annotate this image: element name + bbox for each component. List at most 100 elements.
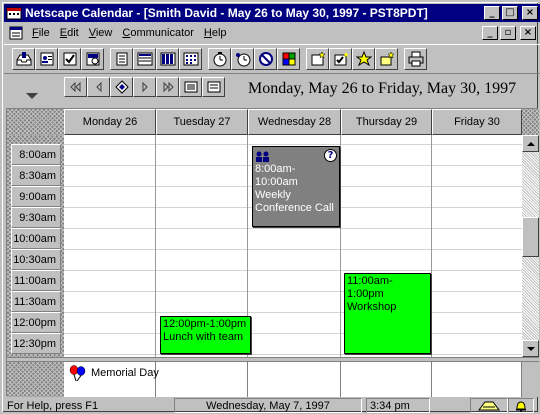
day-header-wednesday[interactable]: Wednesday 28 <box>248 109 341 135</box>
grid-line <box>64 270 522 271</box>
scroll-thumb[interactable] <box>522 217 539 257</box>
new-timer-icon[interactable] <box>208 48 231 70</box>
new-star-icon[interactable] <box>352 48 375 70</box>
menu-edit[interactable]: Edit <box>56 27 85 39</box>
time-label: 8:30am <box>11 165 61 186</box>
appointment-time: 8:00am-10:00am <box>255 163 298 188</box>
status-alarm[interactable] <box>508 398 534 413</box>
address-book-icon[interactable] <box>35 48 58 70</box>
all-day-cell-friday[interactable] <box>432 362 522 397</box>
menu-bar: File Edit View Communicator Help _ ▫ × <box>4 23 540 43</box>
mdi-restore-button[interactable]: ▫ <box>500 26 516 40</box>
mdi-close-button[interactable]: × <box>520 26 536 40</box>
nav-buttons <box>64 77 225 97</box>
navigation-bar: Monday, May 26 to Friday, May 30, 1997 <box>4 75 540 107</box>
previous-icon[interactable] <box>87 77 110 97</box>
help-icon[interactable]: ? <box>324 149 337 162</box>
group-timer-icon[interactable] <box>231 48 254 70</box>
next-icon[interactable] <box>133 77 156 97</box>
toolbar <box>4 44 540 74</box>
color-grid-icon[interactable] <box>277 48 300 70</box>
week-view-icon[interactable] <box>133 48 156 70</box>
month-view-icon[interactable] <box>156 48 179 70</box>
grid-line <box>64 228 522 229</box>
week-calendar: Monday 26 Tuesday 27 Wednesday 28 Thursd… <box>6 108 539 397</box>
up-arrow-icon <box>526 141 535 146</box>
day-header-thursday[interactable]: Thursday 29 <box>341 109 432 135</box>
mdi-minimize-button[interactable]: _ <box>482 26 498 40</box>
collapse-arrow-icon[interactable] <box>26 93 38 99</box>
new-note-icon[interactable] <box>306 48 329 70</box>
all-day-cell-monday[interactable]: Memorial Day <box>64 362 159 397</box>
header-corner <box>7 109 64 135</box>
appointment-title: Weekly Conference Call <box>255 189 334 214</box>
appointment-time: 11:00am-1:00pm <box>347 275 393 300</box>
new-event-icon[interactable] <box>375 48 398 70</box>
appointment-conference-call[interactable]: ? 8:00am-10:00am Weekly Conference Call <box>252 146 340 227</box>
all-day-label-area <box>7 362 64 397</box>
first-icon[interactable] <box>64 77 87 97</box>
time-label: 10:00am <box>11 228 61 249</box>
time-label: 9:30am <box>11 207 61 228</box>
time-column: 8:00am 8:30am 9:00am 9:30am 10:00am 10:3… <box>7 135 64 357</box>
appointment-lunch[interactable]: 12:00pm-1:00pm Lunch with team <box>160 316 251 354</box>
document-icon[interactable] <box>8 25 24 41</box>
time-label: 9:00am <box>11 186 61 207</box>
all-day-row: Memorial Day <box>64 362 522 397</box>
appointment-time: 12:00pm-1:00pm <box>163 318 247 330</box>
vertical-scrollbar[interactable] <box>522 135 539 357</box>
day-header-friday[interactable]: Friday 30 <box>432 109 522 135</box>
details-view-icon[interactable] <box>202 77 225 97</box>
status-connection[interactable] <box>470 398 508 413</box>
scroll-up-button[interactable] <box>522 135 539 152</box>
holiday-memorial-day[interactable]: Memorial Day <box>68 365 159 381</box>
date-range-heading: Monday, May 26 to Friday, May 30, 1997 <box>248 80 517 97</box>
status-time: 3:34 pm <box>366 398 430 413</box>
time-label: 11:00am <box>11 270 61 291</box>
today-icon[interactable] <box>110 77 133 97</box>
day-view-icon[interactable] <box>110 48 133 70</box>
all-day-scroll-corner <box>522 362 539 397</box>
list-view-icon[interactable] <box>179 77 202 97</box>
new-task-icon[interactable] <box>329 48 352 70</box>
window-title: Netscape Calendar - [Smith David - May 2… <box>25 6 428 20</box>
time-label: 11:30am <box>11 291 61 312</box>
all-day-cell-thursday[interactable] <box>341 362 432 397</box>
minimize-button[interactable]: _ <box>484 6 500 20</box>
inbox-icon[interactable] <box>12 48 35 70</box>
menu-file[interactable]: File <box>28 27 56 39</box>
grid-line <box>64 144 522 145</box>
grid-line <box>64 291 522 292</box>
time-label: 12:00pm <box>11 312 61 333</box>
title-bar[interactable]: Netscape Calendar - [Smith David - May 2… <box>4 4 540 22</box>
close-button[interactable]: × <box>522 6 538 20</box>
year-view-icon[interactable] <box>179 48 202 70</box>
last-icon[interactable] <box>156 77 179 97</box>
time-label: 8:00am <box>11 144 61 165</box>
agenda-icon[interactable] <box>81 48 104 70</box>
day-divider <box>340 135 341 357</box>
calendar-app-icon[interactable] <box>6 6 22 20</box>
scroll-down-button[interactable] <box>522 340 539 357</box>
all-day-cell-wednesday[interactable] <box>248 362 341 397</box>
status-date: Wednesday, May 7, 1997 <box>174 398 362 413</box>
maximize-button[interactable]: □ <box>502 6 518 20</box>
menu-communicator[interactable]: Communicator <box>118 27 200 39</box>
day-header-monday[interactable]: Monday 26 <box>64 109 156 135</box>
schedule-grid[interactable]: ? 8:00am-10:00am Weekly Conference Call … <box>64 135 522 357</box>
cancel-icon[interactable] <box>254 48 277 70</box>
time-label: 12:30pm <box>11 333 61 354</box>
header-scroll-corner <box>522 109 539 135</box>
grid-line <box>64 333 522 334</box>
status-help-text: For Help, press F1 <box>7 399 99 412</box>
menu-help[interactable]: Help <box>200 27 233 39</box>
todo-check-icon[interactable] <box>58 48 81 70</box>
group-meeting-icon <box>256 151 269 162</box>
day-header-tuesday[interactable]: Tuesday 27 <box>156 109 248 135</box>
all-day-cell-tuesday[interactable] <box>156 362 248 397</box>
menu-view[interactable]: View <box>85 27 119 39</box>
holiday-label: Memorial Day <box>91 367 159 379</box>
grid-line <box>64 249 522 250</box>
appointment-workshop[interactable]: 11:00am-1:00pm Workshop <box>344 273 431 354</box>
print-icon[interactable] <box>404 48 427 70</box>
